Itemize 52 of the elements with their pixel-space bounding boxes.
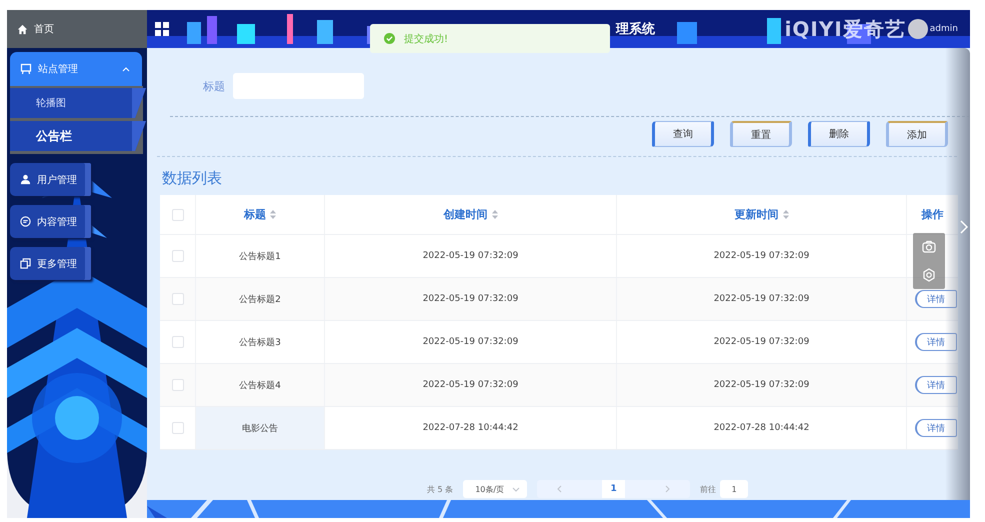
table-cell: 2022-05-19 07:32:09 xyxy=(714,251,810,261)
checkbox[interactable] xyxy=(172,422,184,434)
toolbar-button[interactable]: 添加 xyxy=(886,121,948,147)
detail-button[interactable]: 详情 xyxy=(914,419,956,437)
menu-item[interactable]: 首页 xyxy=(7,10,147,48)
chevron-left-icon[interactable] xyxy=(557,485,562,493)
table-cell: 2022-05-19 07:32:09 xyxy=(422,380,518,390)
page-size-select[interactable]: 10条/页 xyxy=(463,480,528,498)
table-cell-text: 公告标题3 xyxy=(239,336,281,348)
field-label: 标题 xyxy=(203,78,225,94)
table-cell: 2022-07-28 10:44:42 xyxy=(714,423,810,433)
total-count: 共 5 条 xyxy=(427,484,454,494)
column-header[interactable]: 操作 xyxy=(922,207,944,222)
input-field[interactable] xyxy=(233,73,364,99)
caret-icon xyxy=(512,486,520,492)
table-cell-text: 公告标题1 xyxy=(239,250,281,262)
table-cell-text: 公告标题4 xyxy=(239,380,281,392)
checkbox[interactable] xyxy=(172,379,184,391)
table-cell: 2022-05-19 07:32:09 xyxy=(422,337,518,347)
column-header[interactable]: 标题 xyxy=(244,207,266,222)
table-cell: 2022-07-28 10:44:42 xyxy=(422,423,518,433)
checkbox[interactable] xyxy=(172,336,184,348)
section-title: 数据列表 xyxy=(162,169,223,188)
table-cell-text: 公告标题2 xyxy=(239,294,281,306)
jump-label: 前往 xyxy=(700,484,716,494)
checkbox[interactable] xyxy=(172,293,184,305)
table-cell: 2022-05-19 07:32:09 xyxy=(714,337,810,347)
toolbar-button[interactable]: 删除 xyxy=(808,121,870,147)
chevron-right-icon[interactable] xyxy=(665,485,670,493)
column-header[interactable]: 创建时间 xyxy=(444,207,488,222)
detail-button[interactable]: 详情 xyxy=(914,290,956,308)
table-cell-text: 电影公告 xyxy=(242,422,278,434)
home-icon xyxy=(17,24,28,34)
page-number[interactable]: 1 xyxy=(602,480,626,498)
table-cell: 2022-05-19 07:32:09 xyxy=(422,251,518,261)
checkbox[interactable] xyxy=(172,208,184,220)
settings-icon[interactable] xyxy=(922,268,936,282)
table-row[interactable]: 公告标题4 2022-05-19 07:32:09 2022-05-19 07:32:09 详情 xyxy=(160,364,958,407)
checkbox[interactable] xyxy=(172,250,184,262)
table-cell: 2022-05-19 07:32:09 xyxy=(714,294,810,304)
camera-icon[interactable] xyxy=(922,240,936,254)
table-row[interactable]: 电影公告 2022-07-28 10:44:42 2022-07-28 10:44:42 详情 xyxy=(160,407,958,450)
table-cell: 2022-05-19 07:32:09 xyxy=(714,380,810,390)
detail-button[interactable]: 详情 xyxy=(914,376,956,394)
detail-button[interactable]: 详情 xyxy=(914,333,956,351)
page-input[interactable]: 1 xyxy=(720,480,748,498)
table-cell: 2022-05-19 07:32:09 xyxy=(422,294,518,304)
toolbar-button[interactable]: 重置 xyxy=(730,121,792,147)
chevron-icon[interactable] xyxy=(960,220,968,234)
toolbar-button[interactable]: 查询 xyxy=(652,121,714,147)
table-row[interactable]: 公告标题2 2022-05-19 07:32:09 2022-05-19 07:32:09 详情 xyxy=(160,278,958,321)
column-header[interactable]: 更新时间 xyxy=(734,207,778,222)
